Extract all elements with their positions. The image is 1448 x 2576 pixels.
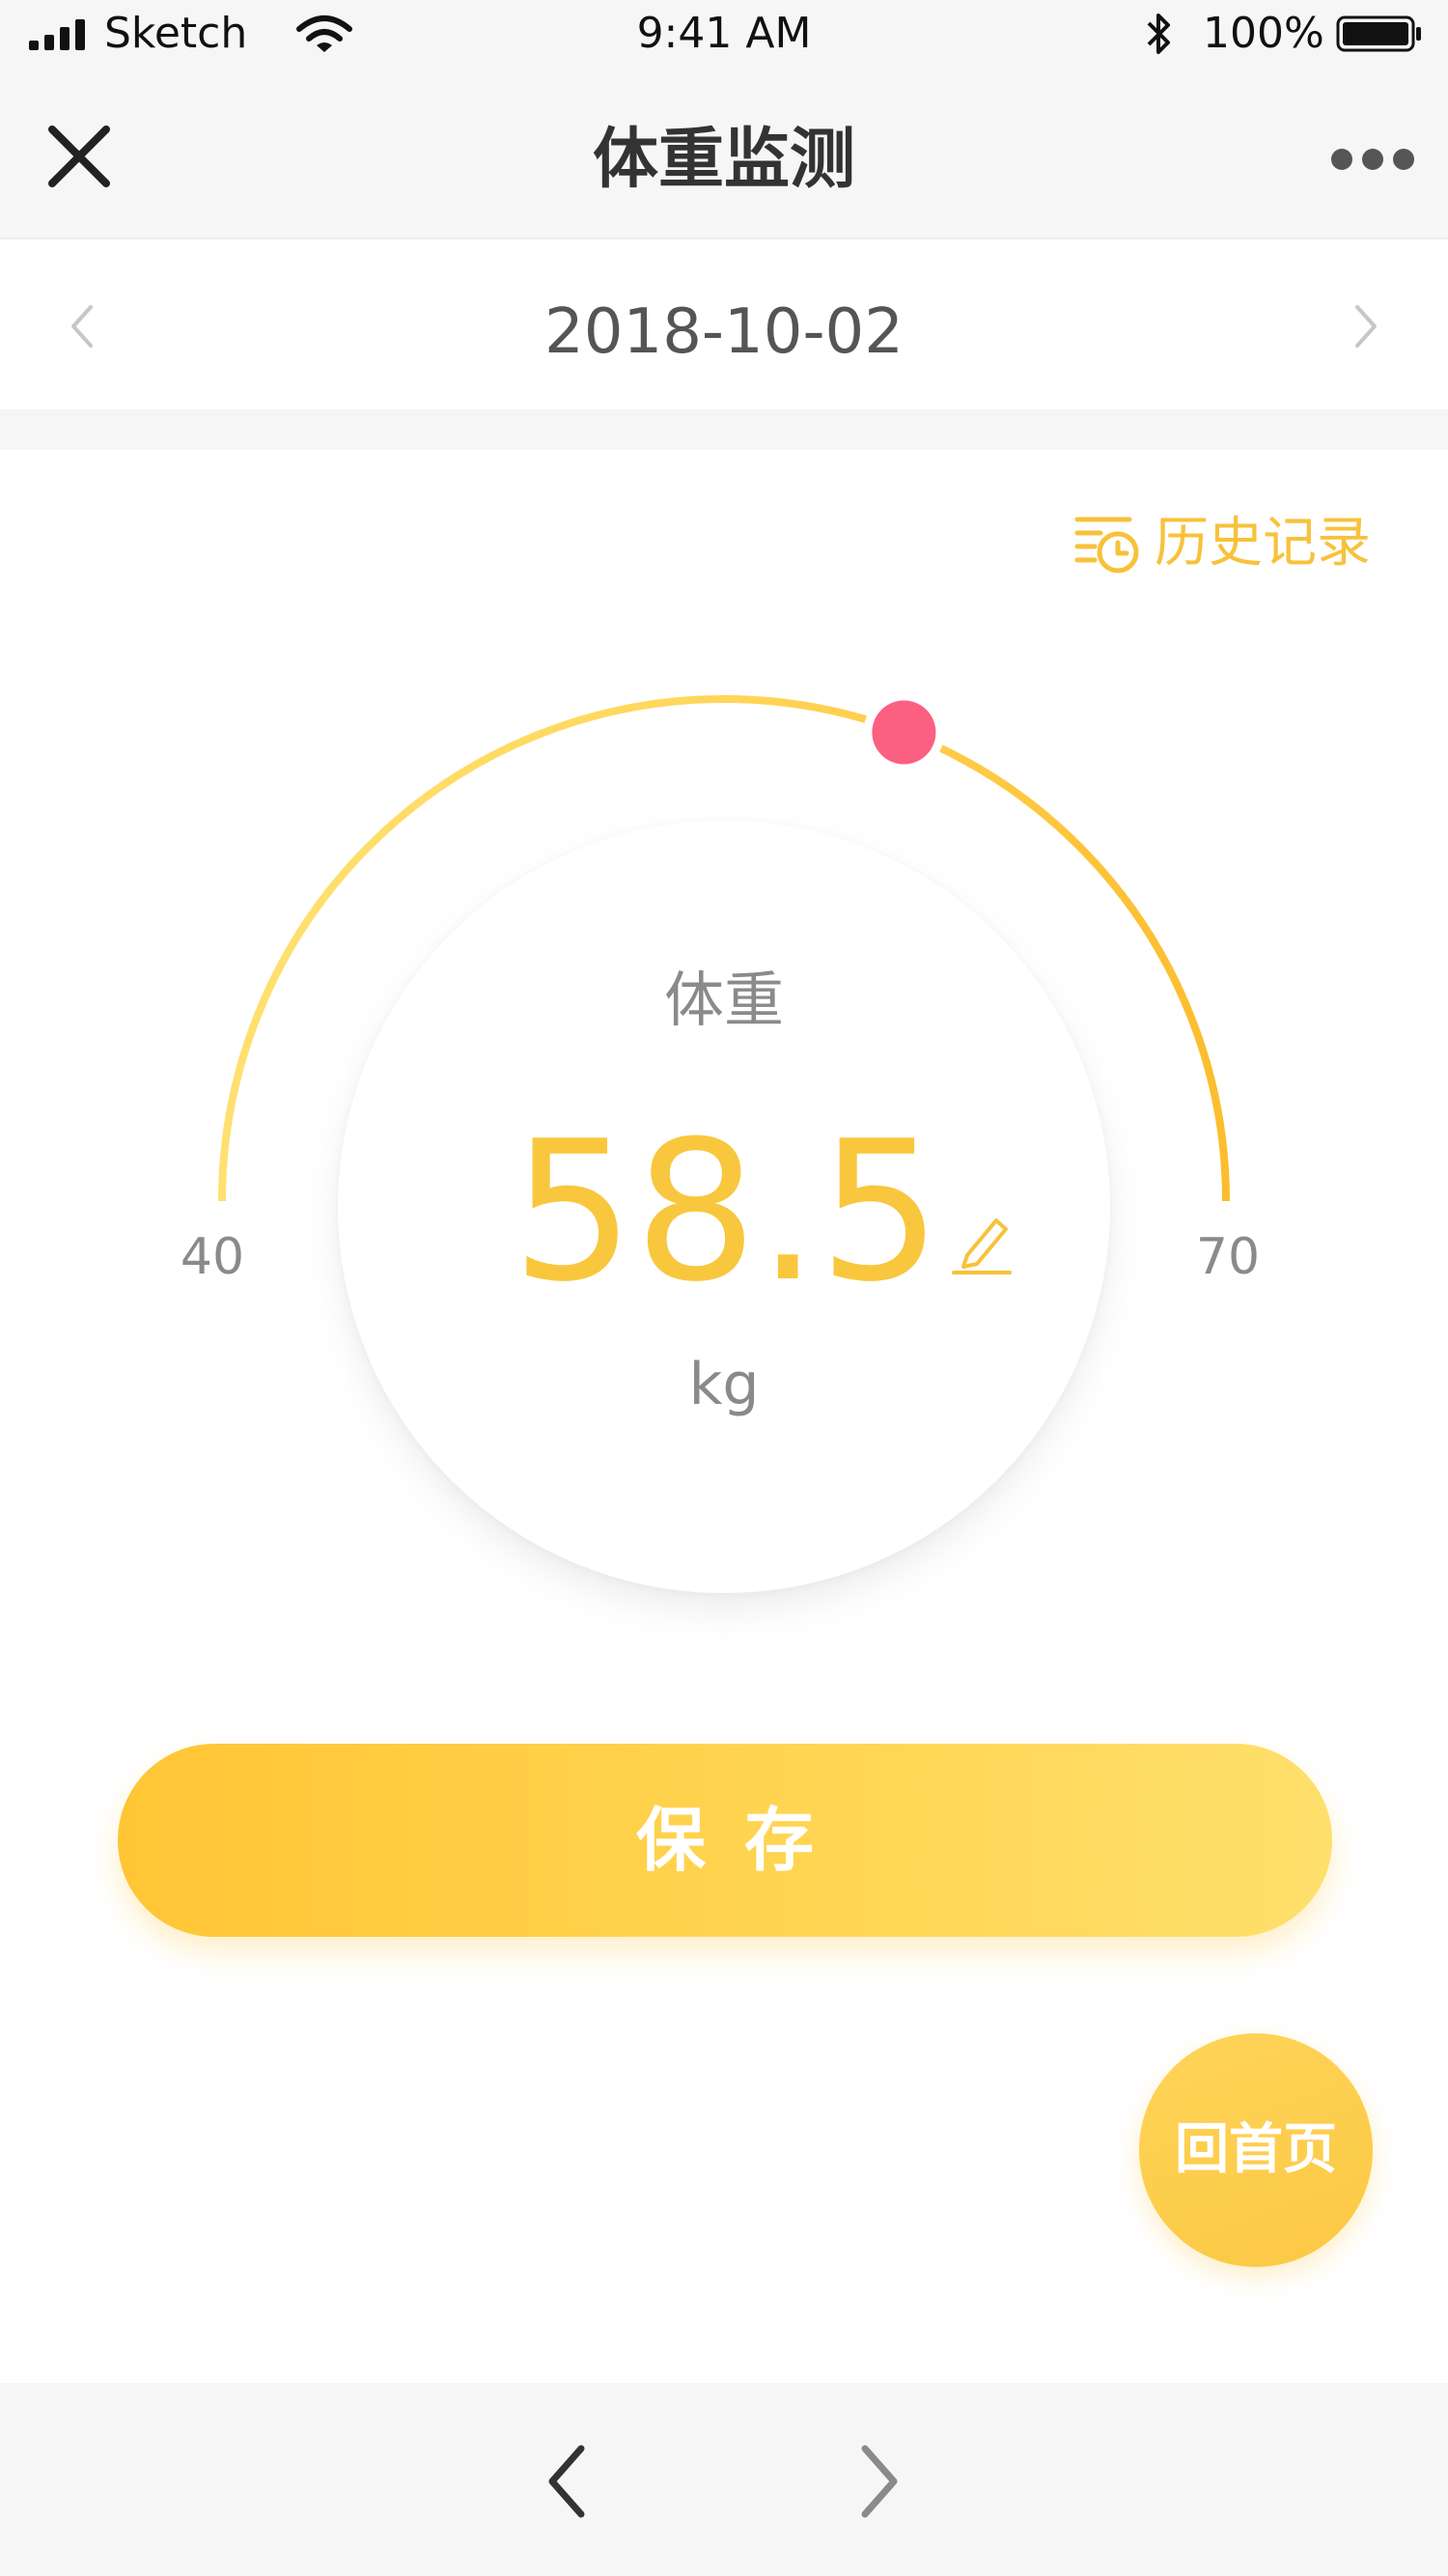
history-list-icon <box>1074 517 1139 574</box>
forward-arrow-icon[interactable] <box>851 2441 905 2522</box>
gauge-knob[interactable] <box>872 700 936 765</box>
battery-percent: 100% <box>1203 9 1324 58</box>
section-divider <box>0 409 1448 450</box>
screen: Sketch 9:41 AM 100% 体重监测 2018-10-02 历史记录… <box>0 0 1448 2576</box>
page-title: 体重监测 <box>592 122 855 198</box>
back-arrow-icon[interactable] <box>541 2441 595 2522</box>
weight-value: 58.5 <box>512 1100 942 1325</box>
date-selector: 2018-10-02 <box>0 241 1448 409</box>
weight-label: 体重 <box>663 965 784 1035</box>
navigation-bar: 体重监测 <box>0 68 1448 239</box>
battery-icon <box>1336 15 1421 52</box>
home-button[interactable]: 回首页 <box>1139 2033 1373 2267</box>
status-bar: Sketch 9:41 AM 100% <box>0 0 1448 68</box>
home-button-label: 回首页 <box>1175 2118 1337 2181</box>
bottom-toolbar <box>0 2383 1448 2576</box>
history-link[interactable]: 历史记录 <box>1073 506 1402 581</box>
history-label: 历史记录 <box>1155 512 1371 574</box>
save-button[interactable]: 保存 <box>118 1744 1332 1937</box>
selected-date: 2018-10-02 <box>544 296 904 368</box>
pencil-icon[interactable] <box>950 1211 1016 1276</box>
weight-unit: kg <box>688 1351 760 1418</box>
save-button-label: 保存 <box>635 1800 852 1881</box>
more-icon[interactable] <box>1328 145 1417 174</box>
bluetooth-icon <box>1147 14 1170 54</box>
gauge-min-label: 40 <box>180 1228 245 1286</box>
gauge-max-label: 70 <box>1195 1228 1261 1286</box>
chevron-right-icon[interactable] <box>1346 295 1388 357</box>
